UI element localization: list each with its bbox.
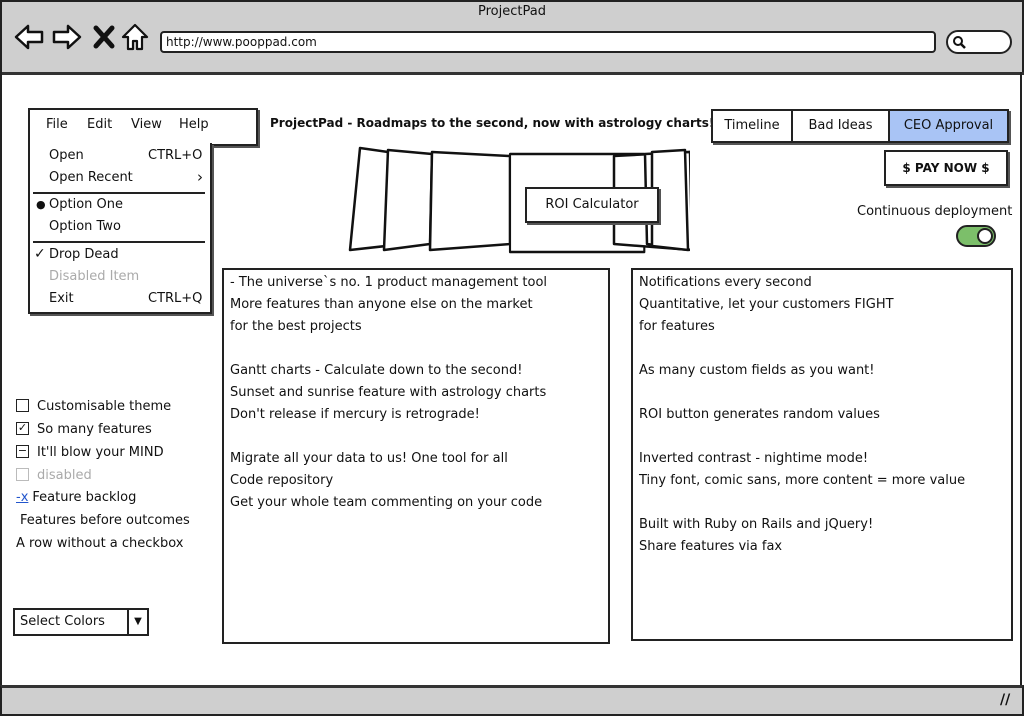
panel-line: Notifications every second [639, 275, 812, 290]
continuous-deployment-label: Continuous deployment [857, 204, 1013, 219]
search-icon [953, 36, 966, 49]
panel-line [224, 426, 608, 448]
menu-item-option-two[interactable]: Option Two [49, 219, 121, 234]
checkbox-row-blow-mind[interactable]: − It'll blow your MIND [16, 443, 164, 463]
submenu-arrow-icon: › [197, 168, 203, 186]
roi-calculator-button[interactable]: ROI Calculator [525, 187, 659, 223]
menu-item-drop-dead[interactable]: Drop Dead [49, 247, 119, 262]
radio-bullet-icon: ● [36, 198, 46, 211]
panel-line: Sunset and sunrise feature with astrolog… [230, 385, 547, 400]
panel-line: for features [639, 319, 715, 334]
checkbox-indeterminate[interactable]: − [16, 445, 29, 458]
panel-line [633, 426, 1011, 448]
panel-line: Quantitative, let your customers FIGHT [639, 297, 894, 312]
continuous-deployment-toggle[interactable] [956, 225, 996, 247]
panel-line [633, 382, 1011, 404]
checkbox-unchecked[interactable] [16, 399, 29, 412]
menu-help[interactable]: Help [179, 117, 209, 132]
panel-line: - The universe`s no. 1 product managemen… [230, 275, 548, 290]
panel-line: Get your whole team commenting on your c… [230, 495, 543, 510]
menu-item-open[interactable]: Open [49, 148, 84, 163]
forward-arrow-icon[interactable] [52, 22, 82, 52]
checkbox-checked[interactable]: ✓ [16, 422, 29, 435]
tab-bar: Timeline Bad Ideas CEO Approval [711, 109, 1009, 143]
page-title: ProjectPad - Roadmaps to the second, now… [270, 116, 715, 130]
window-title: ProjectPad [478, 4, 546, 19]
panel-line: As many custom fields as you want! [639, 363, 875, 378]
carousel-card-left-2 [382, 148, 434, 252]
pay-now-button[interactable]: $ PAY NOW $ [884, 150, 1008, 186]
checkbox-label: Customisable theme [37, 399, 172, 414]
list-row-no-checkbox: A row without a checkbox [16, 534, 183, 554]
panel-line [224, 338, 608, 360]
shortcut-open: CTRL+O [148, 148, 203, 163]
list-row-features-before: Features before outcomes [20, 511, 190, 531]
close-icon[interactable] [90, 22, 120, 52]
panel-line: Share features via fax [639, 539, 783, 554]
select-value: Select Colors [20, 614, 105, 629]
checkbox-row-so-many[interactable]: ✓ So many features [16, 420, 152, 440]
features-panel-left: - The universe`s no. 1 product managemen… [222, 268, 610, 644]
resize-grip-icon[interactable]: // [1000, 692, 1010, 708]
toggle-knob [977, 228, 993, 244]
menu-edit[interactable]: Edit [87, 117, 112, 132]
panel-line: More features than anyone else on the ma… [230, 297, 533, 312]
menu-view[interactable]: View [131, 117, 162, 132]
menu-separator [33, 192, 205, 194]
panel-line: Don't release if mercury is retrograde! [230, 407, 480, 422]
tab-timeline[interactable]: Timeline [713, 111, 793, 141]
chrome-divider [0, 72, 1024, 75]
tab-bad-ideas[interactable]: Bad Ideas [793, 111, 890, 141]
remove-x-link[interactable]: -x [16, 490, 28, 505]
list-row-backlog[interactable]: -x Feature backlog [16, 488, 136, 508]
checkbox-row-customisable[interactable]: Customisable theme [16, 397, 171, 417]
panel-line: ROI button generates random values [639, 407, 880, 422]
select-colors-dropdown[interactable]: Select Colors ▼ [13, 608, 149, 636]
list-label: Features before outcomes [20, 513, 190, 528]
checkbox-label: disabled [37, 468, 92, 483]
frame-left [0, 72, 2, 687]
menu-item-disabled: Disabled Item [49, 269, 140, 284]
checkmark-icon: ✓ [34, 246, 46, 262]
shortcut-exit: CTRL+Q [148, 291, 203, 306]
checkbox-row-disabled: disabled [16, 466, 92, 486]
carousel-card-left-3 [348, 146, 390, 252]
list-label: Feature backlog [32, 490, 137, 505]
menu-separator [33, 241, 205, 243]
panel-line: Migrate all your data to us! One tool fo… [230, 451, 508, 466]
chevron-down-icon[interactable]: ▼ [127, 610, 147, 634]
checkbox-disabled [16, 468, 29, 481]
panel-line: for the best projects [230, 319, 362, 334]
status-bar [0, 685, 1024, 716]
panel-line: Tiny font, comic sans, more content = mo… [639, 473, 966, 488]
features-panel-right: Notifications every second Quantitative,… [631, 268, 1013, 641]
panel-line: Gantt charts - Calculate down to the sec… [230, 363, 523, 378]
carousel-card-left-1 [428, 150, 512, 252]
frame-right [1020, 72, 1022, 687]
url-input[interactable]: http://www.pooppad.com [160, 31, 936, 53]
checkbox-label: So many features [37, 422, 152, 437]
list-label: A row without a checkbox [16, 536, 184, 551]
menu-item-exit[interactable]: Exit [49, 291, 74, 306]
panel-line: Inverted contrast - nightime mode! [639, 451, 869, 466]
tab-ceo-approval[interactable]: CEO Approval [890, 111, 1007, 141]
menu-item-open-recent[interactable]: Open Recent [49, 170, 133, 185]
panel-line [633, 338, 1011, 360]
home-icon[interactable] [120, 22, 150, 52]
panel-line: Code repository [230, 473, 334, 488]
panel-line: Built with Ruby on Rails and jQuery! [639, 517, 874, 532]
back-arrow-icon[interactable] [14, 22, 44, 52]
panel-line [633, 492, 1011, 514]
menu-file[interactable]: File [46, 117, 68, 132]
checkbox-label: It'll blow your MIND [37, 445, 164, 460]
search-input[interactable] [946, 30, 1012, 54]
menu-item-option-one[interactable]: Option One [49, 197, 123, 212]
